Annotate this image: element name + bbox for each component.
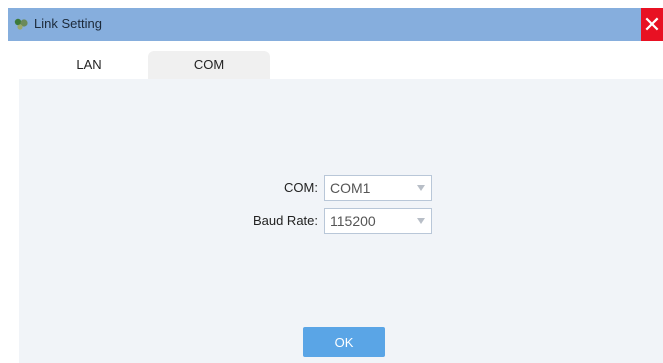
baud-rate-value: 115200 xyxy=(330,213,376,229)
tab-bar: LAN COM xyxy=(8,41,663,79)
chevron-down-icon xyxy=(417,218,425,224)
app-logo-icon xyxy=(14,18,28,30)
title-bar[interactable]: Link Setting ✕ xyxy=(8,8,663,41)
com-port-label: COM: xyxy=(284,180,318,195)
tab-lan[interactable]: LAN xyxy=(28,51,150,79)
chevron-down-icon xyxy=(417,185,425,191)
close-button[interactable]: ✕ xyxy=(641,8,663,41)
ok-button[interactable]: OK xyxy=(303,327,385,357)
com-port-value: COM1 xyxy=(330,180,371,196)
baud-rate-label: Baud Rate: xyxy=(252,213,318,228)
com-port-select[interactable]: COM1 xyxy=(324,175,432,201)
link-setting-dialog: Link Setting ✕ LAN COM COM: COM1 Baud Ra… xyxy=(0,0,663,363)
close-icon: ✕ xyxy=(642,12,662,37)
baud-rate-select[interactable]: 115200 xyxy=(324,208,432,234)
window-title: Link Setting xyxy=(34,16,102,31)
tab-com[interactable]: COM xyxy=(148,51,270,79)
